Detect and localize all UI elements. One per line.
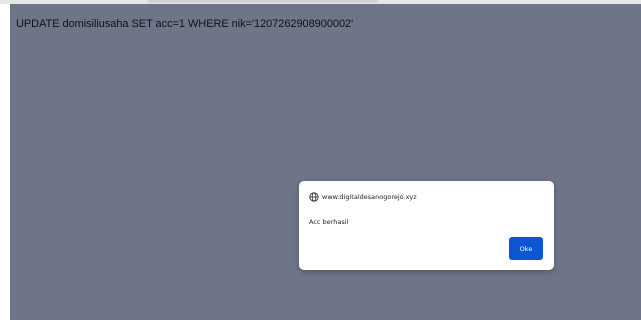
globe-icon xyxy=(309,192,319,202)
alert-dialog: www.digitaldesanogorejo.xyz Acc berhasil… xyxy=(299,181,554,270)
dialog-message: Acc berhasil xyxy=(309,218,349,226)
sql-query-output: UPDATE domisiliusaha SET acc=1 WHERE nik… xyxy=(16,18,354,30)
browser-viewport: UPDATE domisiliusaha SET acc=1 WHERE nik… xyxy=(0,0,641,320)
cut-off-toolbar-content xyxy=(148,0,378,3)
dialog-origin-text: www.digitaldesanogorejo.xyz xyxy=(322,193,417,201)
dialog-origin: www.digitaldesanogorejo.xyz xyxy=(309,192,417,202)
ok-button[interactable]: Oke xyxy=(509,237,543,260)
page-dim-overlay: UPDATE domisiliusaha SET acc=1 WHERE nik… xyxy=(10,4,641,320)
left-edge xyxy=(0,4,10,320)
